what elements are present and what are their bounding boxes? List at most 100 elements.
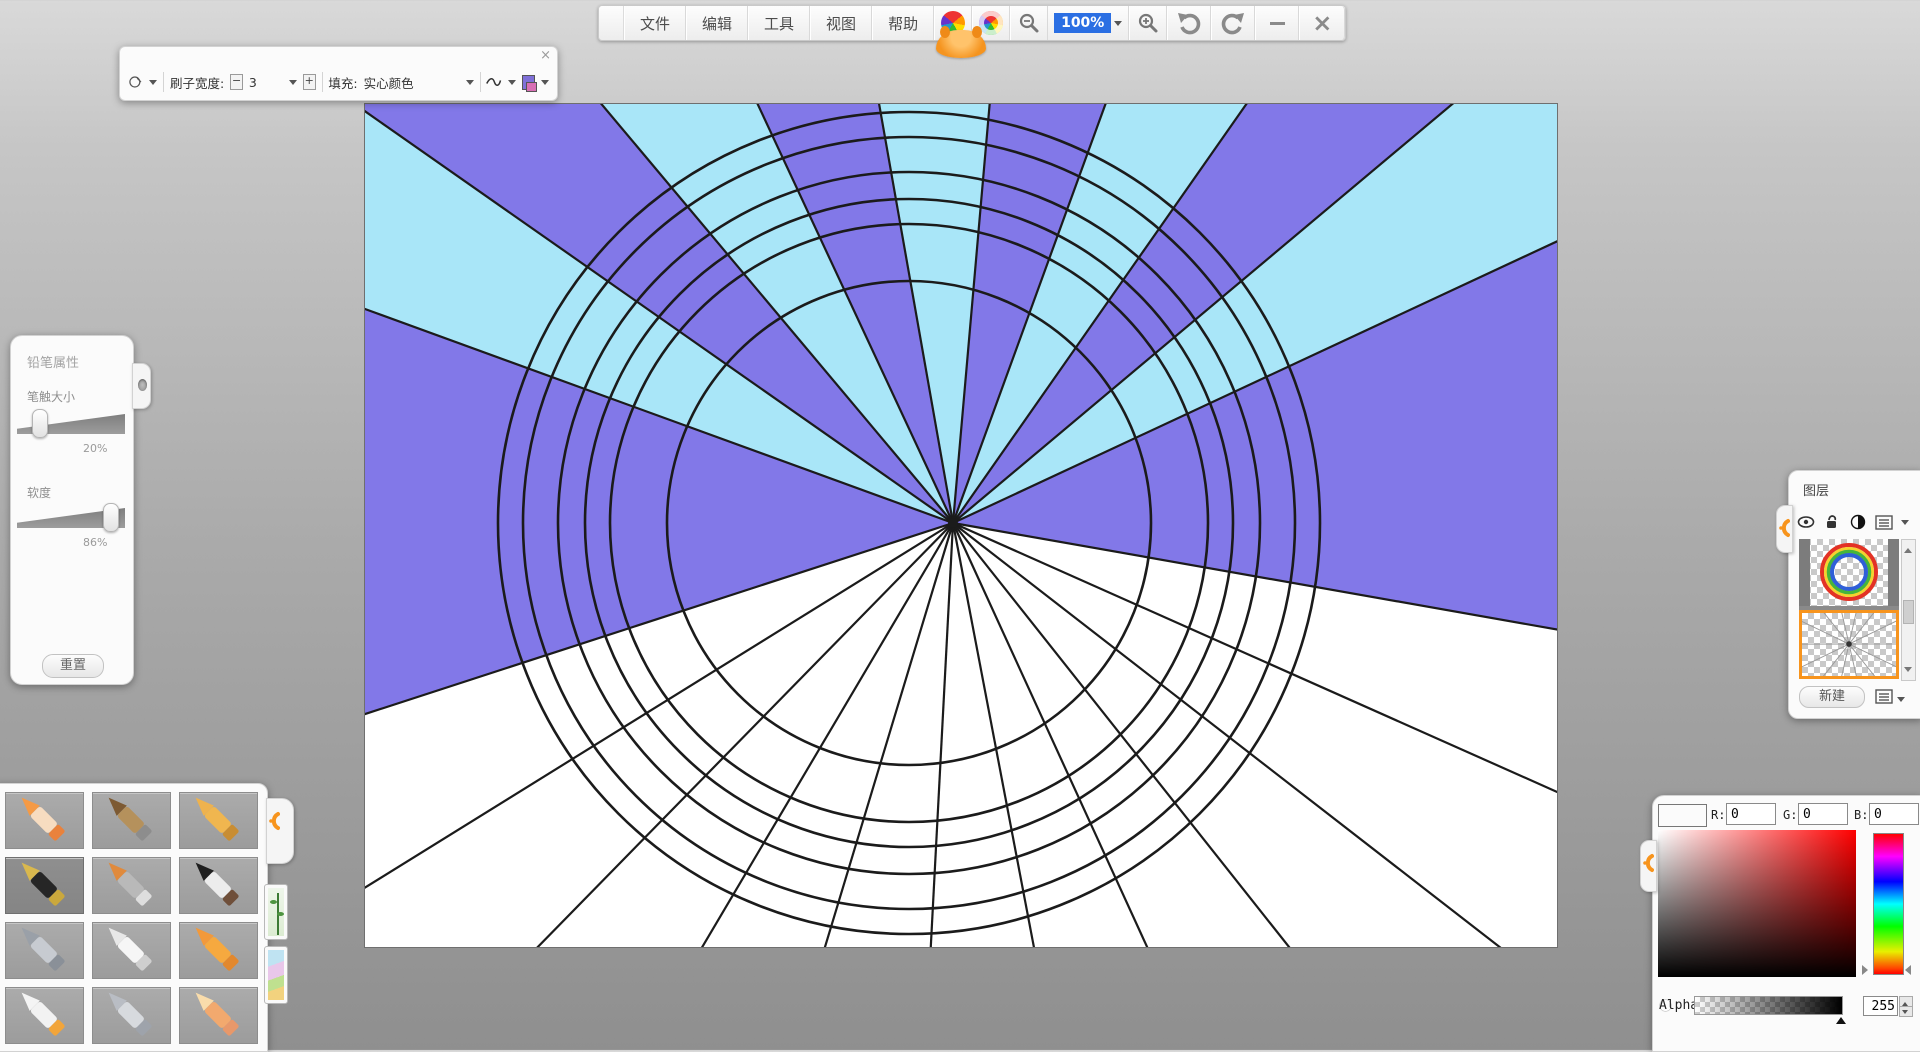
reset-button[interactable]: 重置 (42, 654, 104, 678)
fill-mode-caret-icon[interactable] (466, 80, 474, 89)
menu-edit[interactable]: 编辑 (686, 6, 748, 40)
tool-pencil[interactable] (5, 792, 84, 849)
layer-list-scrollbar[interactable] (1901, 539, 1916, 681)
close-button[interactable]: × (1299, 6, 1345, 40)
category-tab-sticker[interactable] (264, 946, 288, 1004)
zoom-in-button[interactable] (1129, 6, 1167, 40)
tool-airbrush[interactable] (5, 922, 84, 979)
brush-width-decrease-button[interactable]: − (230, 74, 243, 90)
tool-palette-knife[interactable] (92, 922, 171, 979)
tool-fountain-pen[interactable] (5, 857, 84, 914)
layer-item-ring[interactable] (1799, 539, 1899, 606)
stroke-size-slider-thumb[interactable] (32, 409, 48, 438)
red-field[interactable] (1726, 803, 1776, 825)
orange-handle-icon (1778, 518, 1790, 538)
pencil-panel-collapse-handle[interactable] (132, 363, 151, 409)
layer-thumbnail-rays (1802, 613, 1896, 676)
airbrush-icon (14, 927, 76, 975)
fill-color-caret-icon[interactable] (541, 80, 549, 89)
tool-eraser[interactable] (179, 987, 258, 1044)
tool-grid (5, 792, 258, 1044)
undo-button[interactable] (1167, 6, 1211, 40)
tool-paint-tube[interactable] (5, 987, 84, 1044)
fill-mode-select[interactable]: 实心颜色 (364, 73, 460, 92)
layer-item-rays-selected[interactable] (1799, 610, 1899, 679)
layer-menu-button[interactable] (1875, 514, 1893, 530)
scroll-up-icon[interactable] (1904, 544, 1912, 553)
alpha-marker-icon[interactable] (1836, 1012, 1846, 1024)
hue-marker-right-icon[interactable] (1905, 965, 1911, 975)
menu-file[interactable]: 文件 (624, 6, 686, 40)
menu-file-label: 文件 (640, 13, 670, 34)
list-icon (1875, 689, 1893, 704)
zoom-out-button[interactable] (1010, 6, 1048, 40)
zoom-level-combo[interactable]: 100% (1048, 6, 1129, 40)
tool-wooden-pen[interactable] (92, 792, 171, 849)
category-tab-plant[interactable] (264, 884, 288, 940)
tool-flat-brush[interactable] (92, 857, 171, 914)
layer-blend-button[interactable] (1849, 514, 1867, 530)
tool-crayon[interactable] (179, 792, 258, 849)
menu-tools-label: 工具 (764, 13, 794, 34)
zoom-level-value[interactable]: 100% (1054, 13, 1111, 33)
metal-pen-icon (101, 992, 163, 1040)
layer-list-options-caret-icon[interactable] (1897, 697, 1905, 706)
tool-palette-collapse-handle[interactable] (266, 798, 294, 864)
new-layer-button[interactable]: 新建 (1799, 686, 1865, 708)
curve-style-icon[interactable] (486, 75, 501, 89)
softness-slider-thumb[interactable] (103, 503, 119, 532)
tool-metal-pen[interactable] (92, 987, 171, 1044)
tool-paint-roller[interactable] (179, 922, 258, 979)
blue-field[interactable] (1869, 803, 1919, 825)
zoom-level-caret-icon[interactable] (1114, 21, 1122, 30)
plant-thumbnail-icon (268, 888, 284, 936)
close-icon: × (1312, 13, 1332, 33)
shape-tool-icon[interactable] (128, 72, 143, 92)
minimize-button[interactable] (1255, 6, 1299, 40)
alpha-spin-down-button[interactable] (1899, 1006, 1913, 1017)
layer-lock-button[interactable] (1823, 514, 1841, 530)
layer-visibility-button[interactable] (1797, 514, 1815, 530)
scrollbar-thumb[interactable] (1903, 600, 1914, 624)
alpha-field[interactable] (1863, 996, 1898, 1016)
brush-width-caret-icon[interactable] (289, 80, 297, 89)
unlocked-padlock-icon (1825, 514, 1839, 530)
alpha-spinner (1899, 996, 1912, 1016)
alpha-slider[interactable] (1694, 996, 1843, 1015)
saturation-value-gradient[interactable] (1658, 830, 1856, 977)
palette-knife-icon (101, 927, 163, 975)
redo-icon (1220, 11, 1246, 35)
minimize-icon (1270, 22, 1285, 25)
brush-toolbar: × 刷子宽度: − 3 + 填充: 实心颜色 (119, 46, 558, 101)
toolbar-separator (322, 72, 323, 92)
contrast-half-circle-icon (1850, 514, 1866, 530)
tool-ink-brush[interactable] (179, 857, 258, 914)
hue-marker-left-icon[interactable] (1862, 965, 1868, 975)
mascot-icon[interactable] (936, 30, 986, 58)
hue-bar[interactable] (1873, 833, 1904, 975)
menubar-grip[interactable] (599, 6, 624, 40)
layers-panel: 图层 (1788, 470, 1920, 719)
layers-panel-collapse-handle[interactable] (1776, 505, 1793, 553)
menu-tools[interactable]: 工具 (748, 6, 810, 40)
green-field[interactable] (1798, 803, 1848, 825)
drawing-canvas[interactable] (364, 103, 1558, 948)
shape-tool-caret-icon[interactable] (149, 80, 157, 89)
curve-style-caret-icon[interactable] (508, 80, 516, 89)
color-panel-collapse-handle[interactable] (1640, 840, 1657, 892)
current-color-swatch[interactable] (1658, 804, 1707, 827)
stroke-size-label: 笔触大小 (27, 388, 75, 405)
fill-color-swatch-icon[interactable] (522, 75, 535, 90)
layer-menu-caret-icon[interactable] (1901, 520, 1909, 529)
brush-width-value[interactable]: 3 (249, 75, 283, 90)
menu-view[interactable]: 视图 (810, 6, 872, 40)
layers-toolbar (1797, 514, 1909, 530)
crayon-icon (188, 797, 250, 845)
flat-brush-icon (101, 862, 163, 910)
brush-toolbar-close-icon[interactable]: × (540, 49, 551, 62)
layer-list-options-button[interactable] (1875, 688, 1893, 704)
menu-help[interactable]: 帮助 (872, 6, 934, 40)
brush-width-increase-button[interactable]: + (303, 74, 316, 90)
redo-button[interactable] (1211, 6, 1255, 40)
scroll-down-icon[interactable] (1904, 667, 1912, 676)
